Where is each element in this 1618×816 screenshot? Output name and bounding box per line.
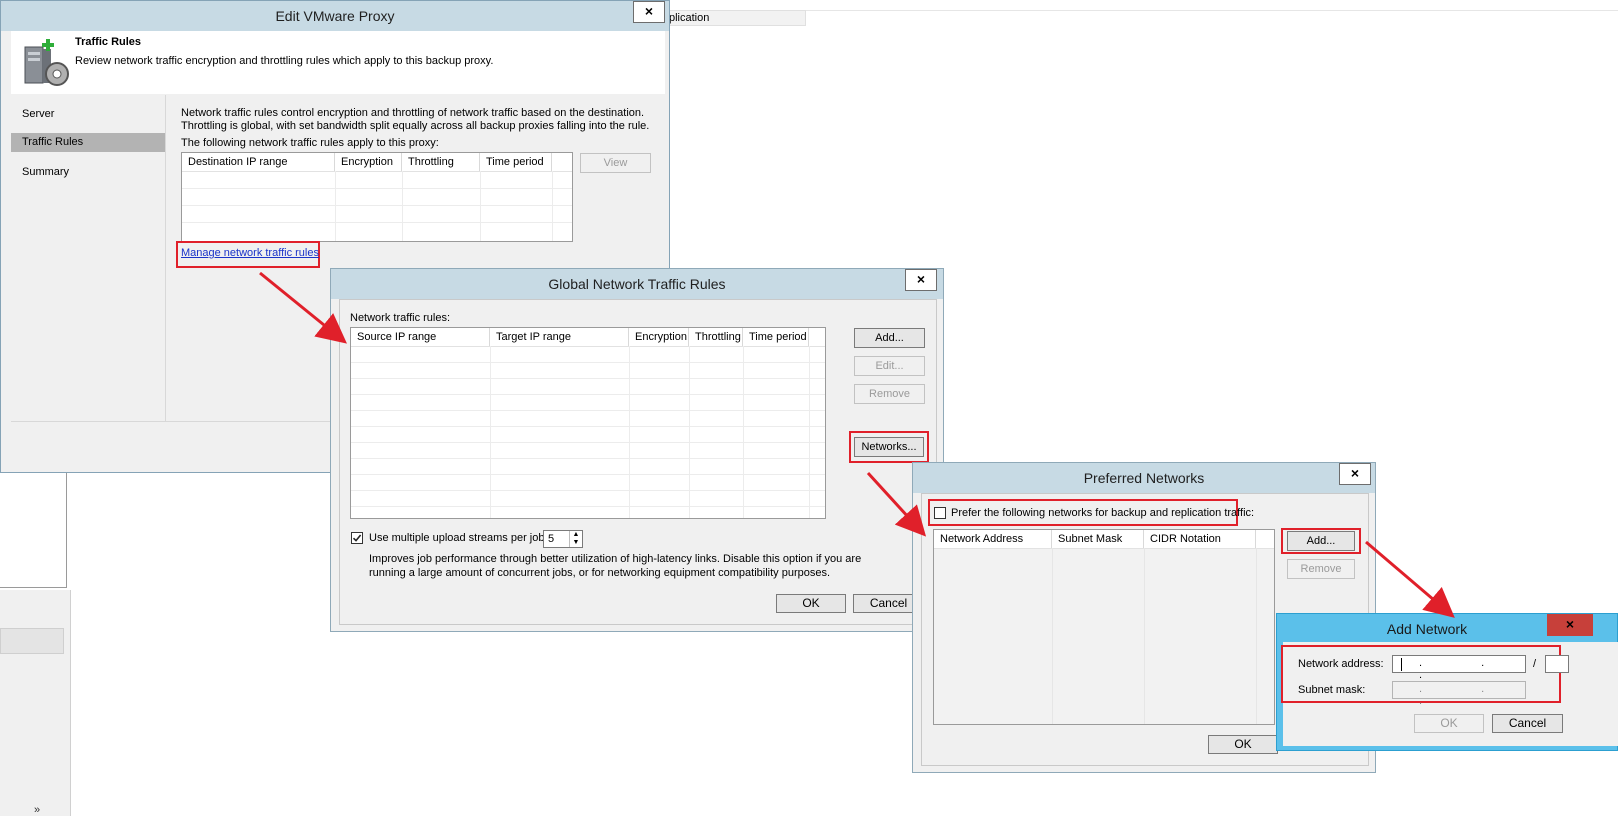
arrow-to-global-rules	[259, 271, 347, 344]
annotation-arrows	[259, 271, 1455, 618]
arrow-to-add-network	[1365, 540, 1455, 618]
arrow-to-preferred	[866, 471, 927, 537]
